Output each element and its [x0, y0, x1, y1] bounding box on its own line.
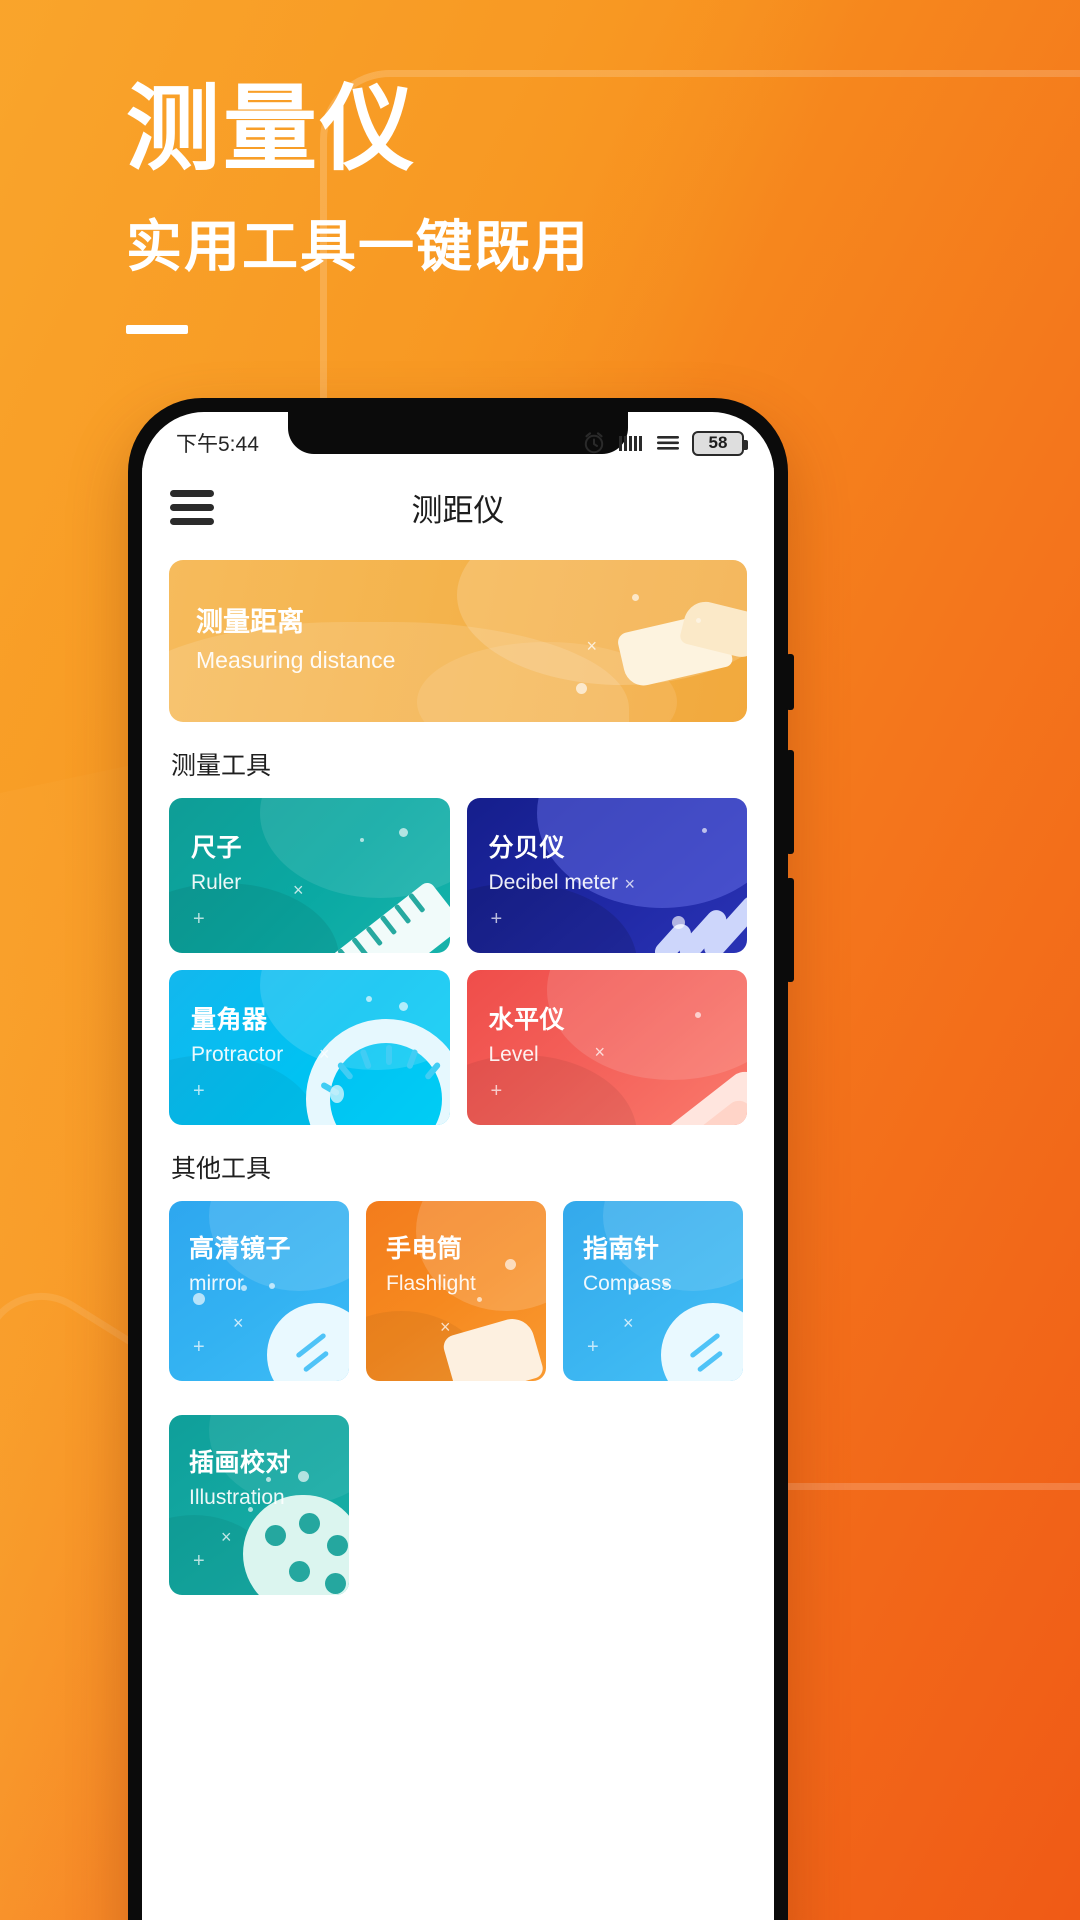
app-content: × 测量距离 Measuring distance 测量工具 尺子 Ruler …: [142, 546, 774, 1595]
tool-card-compass[interactable]: 指南针 Compass × +: [563, 1201, 743, 1381]
section-title-measuring-tools: 测量工具: [171, 752, 272, 780]
phone-volume-down-button[interactable]: [786, 878, 794, 982]
card-cross-mark: ×: [624, 874, 636, 894]
tool-card-mirror[interactable]: 高清镜子 mirror × +: [169, 1201, 349, 1381]
palette-icon: [243, 1495, 349, 1595]
tool-card-label: 水平仪 Level: [489, 1000, 566, 1067]
tool-name-zh: 水平仪: [488, 1006, 566, 1034]
tool-name-zh: 尺子: [191, 834, 243, 862]
battery-indicator: 58: [692, 430, 748, 456]
tool-name-en: Flashlight: [386, 1272, 476, 1295]
banner-dot: [632, 594, 639, 601]
tool-card-ruler[interactable]: 尺子 Ruler × +: [169, 798, 450, 953]
wifi-lines-icon: [657, 436, 679, 450]
tool-card-level[interactable]: 水平仪 Level × +: [466, 970, 747, 1125]
tool-name-en: Compass: [583, 1272, 672, 1295]
tool-card-label: 插画校对 Illustration: [189, 1443, 291, 1510]
card-dot: [695, 1012, 701, 1018]
card-cross-mark: ×: [440, 1317, 451, 1337]
card-dot: [702, 828, 707, 833]
measuring-distance-banner[interactable]: × 测量距离 Measuring distance: [169, 560, 747, 722]
card-dot: [298, 1471, 309, 1482]
card-swoosh: [547, 970, 747, 1080]
card-dot: [398, 828, 408, 837]
tool-card-protractor[interactable]: 量角器 Protractor × +: [169, 970, 450, 1125]
tool-card-label: 尺子 Ruler: [191, 828, 242, 895]
card-dot: [329, 1085, 344, 1103]
card-plus-mark: +: [490, 1080, 503, 1102]
banner-dot: [696, 618, 701, 623]
alarm-clock-icon: [584, 432, 604, 454]
banner-subtitle: Measuring distance: [196, 647, 396, 673]
tool-name-en: Level: [488, 1043, 539, 1066]
mirror-icon: [267, 1303, 349, 1381]
status-bar: 下午5:44 58: [142, 412, 774, 468]
card-dot: [672, 916, 685, 929]
card-plus-mark: +: [193, 1336, 205, 1358]
compass-icon: [661, 1303, 743, 1381]
card-cross-mark: ×: [594, 1042, 606, 1062]
promo-copy: 测量仪 实用工具一键既用: [126, 78, 590, 334]
measuring-tools-row-1: 尺子 Ruler × + 分贝仪 Decibel meter × +: [169, 798, 747, 953]
signal-bars-icon: [619, 436, 642, 451]
tool-name-en: Ruler: [191, 871, 242, 894]
banner-dot: [576, 683, 587, 694]
card-cross-mark: ×: [623, 1313, 634, 1333]
card-cross-mark: ×: [221, 1527, 232, 1547]
phone-mute-button[interactable]: [786, 654, 794, 710]
tool-name-zh: 量角器: [191, 1006, 268, 1034]
card-plus-mark: +: [193, 908, 205, 930]
tool-name-zh: 指南针: [583, 1235, 660, 1263]
card-plus-mark: +: [490, 908, 503, 930]
card-plus-mark: +: [193, 1550, 205, 1572]
promo-divider: [126, 324, 188, 334]
status-bar-icons: 58: [581, 430, 748, 456]
card-cross-mark: ×: [233, 1313, 244, 1333]
tool-card-label: 分贝仪 Decibel meter: [489, 828, 619, 895]
tool-name-zh: 分贝仪: [488, 834, 566, 862]
flashlight-icon: [440, 1313, 546, 1381]
card-plus-mark: +: [193, 1080, 205, 1102]
tool-card-label: 手电筒 Flashlight: [386, 1229, 476, 1296]
banner-title: 测量距离: [196, 607, 304, 637]
tool-name-zh: 高清镜子: [189, 1235, 292, 1263]
promo-title: 测量仪: [126, 76, 418, 181]
card-dot: [505, 1259, 516, 1270]
card-swoosh: [259, 798, 450, 898]
card-cross-mark: ×: [293, 880, 304, 900]
card-dot: [398, 1002, 408, 1011]
tool-card-illustration[interactable]: 插画校对 Illustration × +: [169, 1415, 349, 1595]
card-dot: [477, 1297, 482, 1302]
status-bar-time: 下午5:44: [176, 433, 259, 456]
phone-volume-up-button[interactable]: [786, 750, 794, 854]
tool-card-label: 量角器 Protractor: [191, 1000, 283, 1067]
section-title-other-tools: 其他工具: [171, 1155, 272, 1183]
tool-card-label: 高清镜子 mirror: [189, 1229, 291, 1296]
card-dot: [359, 838, 364, 842]
tool-name-en: mirror: [189, 1272, 244, 1295]
banner-text: 测量距离 Measuring distance: [196, 600, 395, 674]
tool-card-decibel-meter[interactable]: 分贝仪 Decibel meter × +: [466, 798, 747, 953]
card-dot: [365, 996, 372, 1002]
tool-card-label: 指南针 Compass: [583, 1229, 672, 1296]
tool-name-en: Protractor: [191, 1043, 284, 1066]
tool-name-zh: 插画校对: [189, 1449, 292, 1477]
card-plus-mark: +: [587, 1336, 599, 1358]
app-header: 测距仪: [142, 468, 774, 546]
promo-subtitle: 实用工具一键既用: [126, 214, 590, 278]
phone-screen: 下午5:44 58 测距仪 × 测量距离 Measuring distance …: [142, 412, 774, 1920]
tool-name-en: Decibel meter: [488, 871, 619, 894]
card-cross-mark: ×: [319, 1044, 330, 1064]
other-tools-grid: 高清镜子 mirror × + 手电筒 Flashlight × 指南针 Com…: [169, 1201, 747, 1595]
battery-level-label: 58: [708, 433, 728, 452]
phone-mockup: 下午5:44 58 测距仪 × 测量距离 Measuring distance …: [128, 398, 794, 1920]
measuring-tools-row-2: 量角器 Protractor × + 水平仪 Level × +: [169, 970, 747, 1125]
tool-card-flashlight[interactable]: 手电筒 Flashlight ×: [366, 1201, 546, 1381]
tool-name-en: Illustration: [189, 1486, 285, 1509]
app-title: 测距仪: [411, 492, 505, 528]
banner-cross-mark: ×: [586, 636, 597, 656]
tool-name-zh: 手电筒: [386, 1235, 463, 1263]
